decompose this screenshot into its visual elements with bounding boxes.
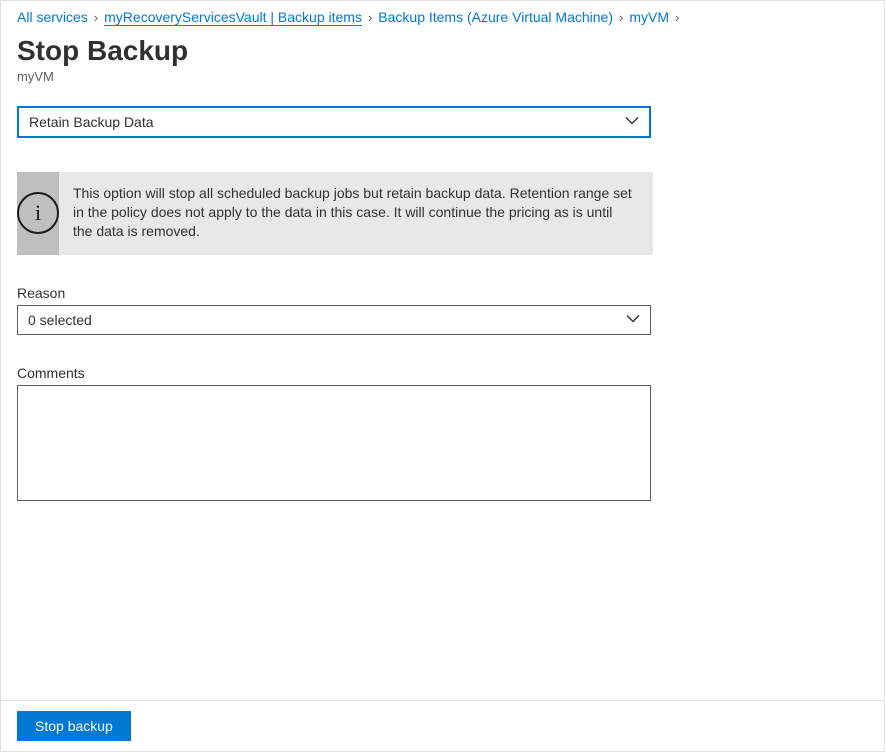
comments-label: Comments	[17, 365, 868, 381]
reason-dropdown[interactable]: 0 selected	[17, 305, 651, 335]
page-header: Stop Backup myVM	[1, 31, 884, 94]
chevron-right-icon: ›	[368, 10, 372, 25]
chevron-right-icon: ›	[94, 10, 98, 25]
breadcrumb-myvm[interactable]: myVM	[629, 9, 669, 25]
stop-backup-button[interactable]: Stop backup	[17, 711, 131, 741]
breadcrumb-all-services[interactable]: All services	[17, 9, 88, 25]
comments-textarea[interactable]	[17, 385, 651, 501]
breadcrumb-backup-items[interactable]: Backup Items (Azure Virtual Machine)	[378, 9, 613, 25]
reason-field: Reason 0 selected	[17, 285, 868, 335]
info-banner: i This option will stop all scheduled ba…	[17, 172, 653, 255]
backup-option-dropdown[interactable]: Retain Backup Data	[17, 106, 651, 138]
reason-label: Reason	[17, 285, 868, 301]
page-subtitle: myVM	[17, 69, 868, 84]
page-container: All services › myRecoveryServicesVault |…	[0, 0, 885, 752]
info-text: This option will stop all scheduled back…	[59, 172, 653, 255]
chevron-down-icon	[625, 114, 639, 131]
breadcrumb-vault[interactable]: myRecoveryServicesVault | Backup items	[104, 9, 362, 25]
breadcrumb: All services › myRecoveryServicesVault |…	[1, 1, 884, 31]
page-title: Stop Backup	[17, 35, 868, 67]
info-icon: i	[17, 192, 59, 234]
info-icon-box: i	[17, 172, 59, 255]
footer-bar: Stop backup	[1, 700, 884, 751]
comments-field: Comments	[17, 365, 868, 504]
chevron-down-icon	[626, 311, 640, 328]
backup-option-selected: Retain Backup Data	[29, 114, 154, 130]
content-area: Retain Backup Data i This option will st…	[1, 94, 884, 700]
reason-selected: 0 selected	[28, 312, 92, 328]
chevron-right-icon: ›	[675, 10, 679, 25]
chevron-right-icon: ›	[619, 10, 623, 25]
